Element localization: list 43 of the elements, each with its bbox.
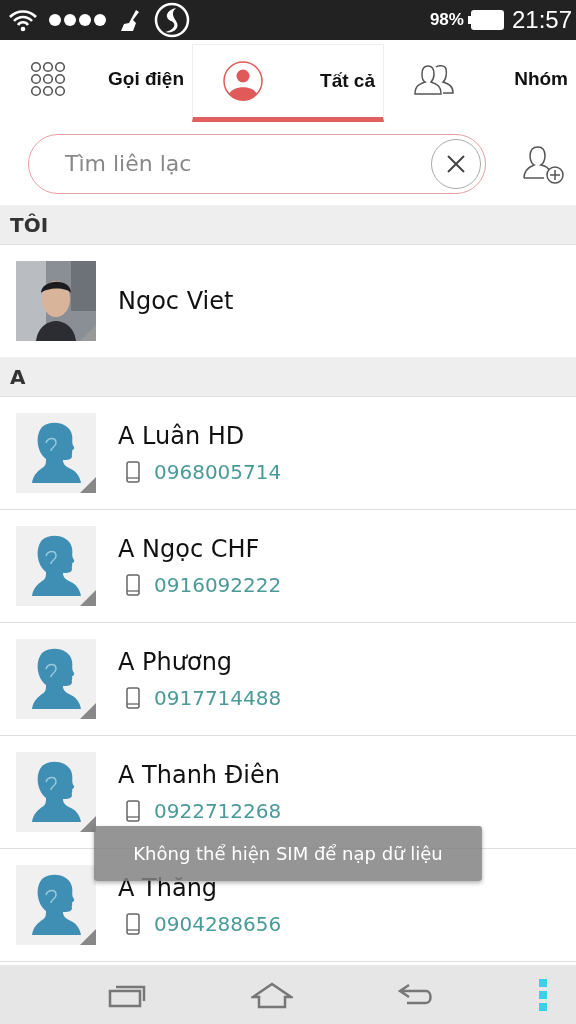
phone-icon xyxy=(126,687,140,709)
phone-icon xyxy=(126,574,140,596)
person-silhouette-icon xyxy=(16,752,96,832)
contact-row[interactable]: A Ngọc CHF 0916092222 xyxy=(0,510,576,623)
tab[interactable]: Tất cả xyxy=(192,44,384,122)
person-silhouette-icon xyxy=(16,639,96,719)
contact-row[interactable]: A Luân HD 0968005714 xyxy=(0,397,576,510)
person-silhouette-icon xyxy=(16,526,96,606)
contact-row[interactable]: A Phương 0917714488 xyxy=(0,623,576,736)
section-header: A xyxy=(0,357,576,397)
signal-icon xyxy=(48,13,108,27)
phone-number: 0916092222 xyxy=(154,573,282,597)
contact-row[interactable]: Ngoc Viet xyxy=(0,245,576,357)
person-silhouette-icon xyxy=(16,865,96,945)
dialpad-icon xyxy=(30,60,66,97)
tab[interactable]: Gọi điện xyxy=(0,40,192,122)
close-icon xyxy=(446,153,466,174)
person-icon xyxy=(223,61,263,101)
clock: 21:57 xyxy=(511,6,572,34)
contact-name: A Phương xyxy=(118,648,234,676)
battery-percent: 98% xyxy=(429,10,464,30)
phone-number: 0922712268 xyxy=(154,799,282,823)
sim-toast: Không thể hiện SIM để nạp dữ liệu xyxy=(94,826,482,881)
app-logo-icon xyxy=(154,2,190,38)
section-header: TÔI xyxy=(0,205,576,245)
add-contact-button[interactable] xyxy=(522,143,566,184)
person-silhouette-icon xyxy=(16,413,96,493)
contact-name: A Luân HD xyxy=(118,422,246,450)
tab[interactable]: Nhóm xyxy=(384,40,576,122)
phone-number: 0904288656 xyxy=(154,912,282,936)
phone-number: 0917714488 xyxy=(154,686,282,710)
search-input[interactable]: Tìm liên lạc xyxy=(63,150,431,177)
phone-icon xyxy=(126,913,140,935)
wifi-icon xyxy=(8,8,38,32)
phone-icon xyxy=(126,800,140,822)
contact-name: A Thanh Điên xyxy=(118,761,281,789)
add-person-icon xyxy=(522,143,566,184)
battery-icon xyxy=(467,10,504,30)
home-icon[interactable] xyxy=(251,980,294,1009)
phone-icon xyxy=(126,461,140,483)
contact-name: A Ngọc CHF xyxy=(118,535,261,563)
contact-name: Ngoc Viet xyxy=(118,287,234,315)
phone-number: 0968005714 xyxy=(154,460,282,484)
